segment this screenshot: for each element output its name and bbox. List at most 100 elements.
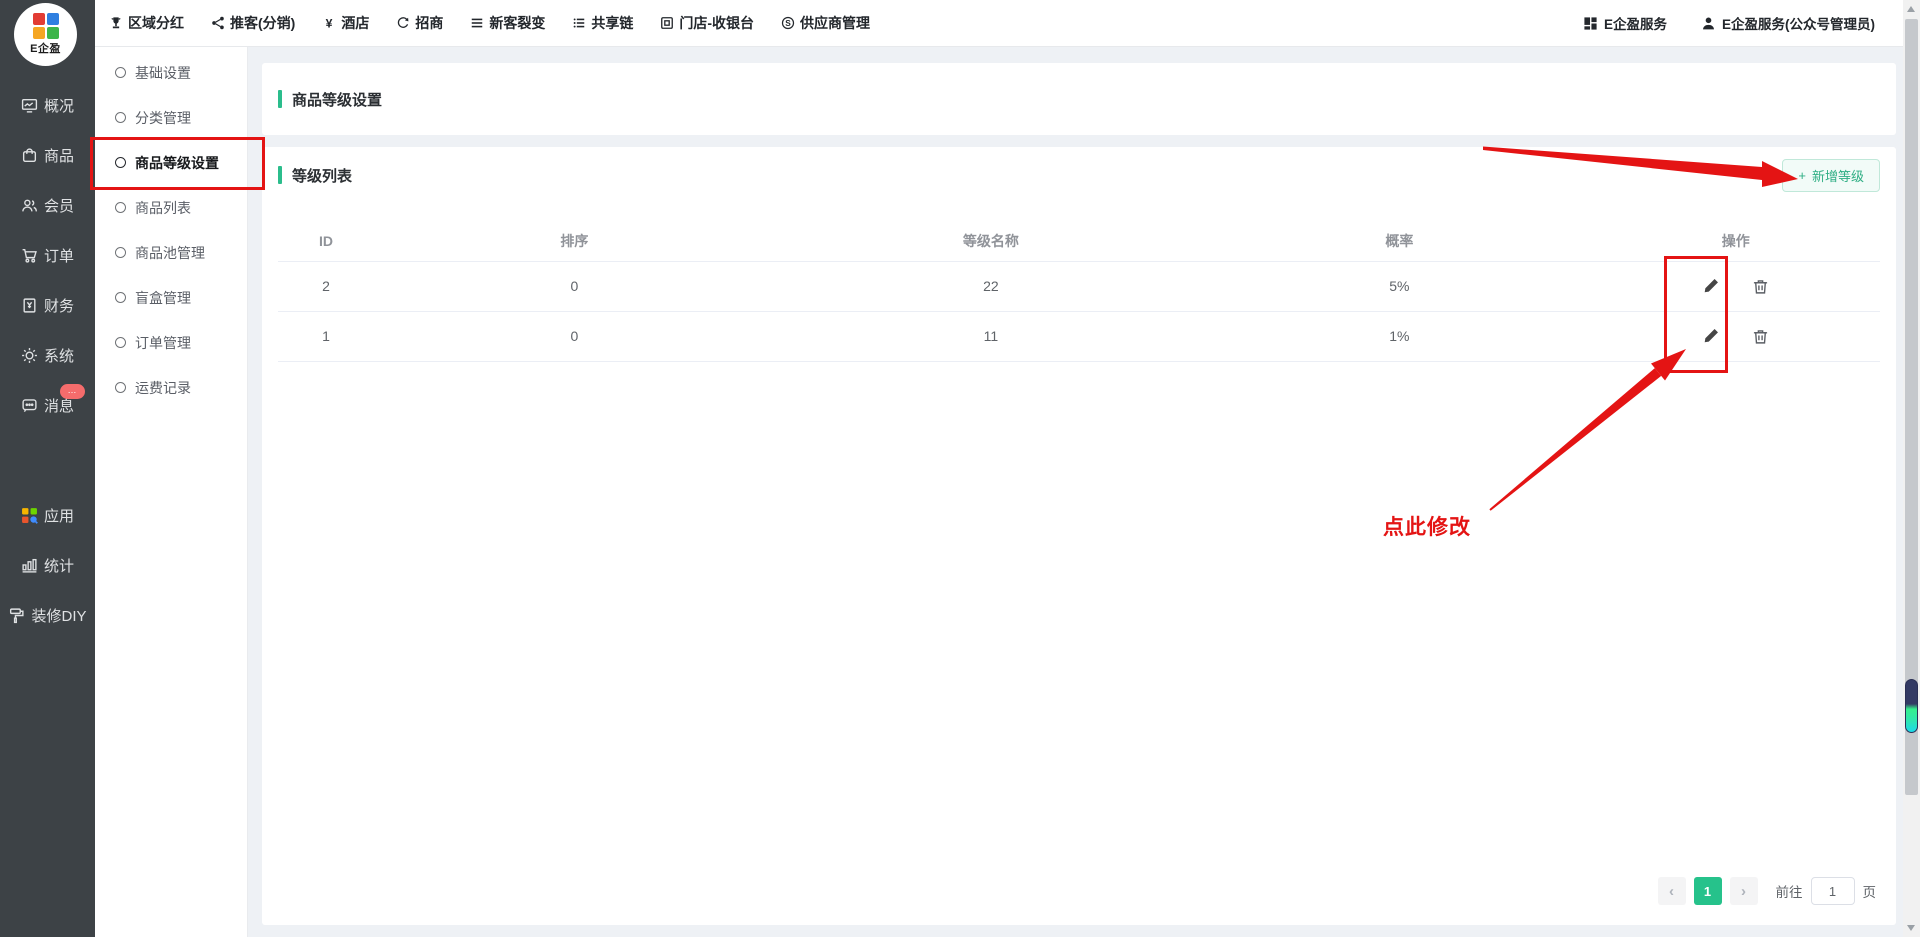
topnav-item-supplier[interactable]: S 供应商管理 — [781, 13, 870, 33]
radio-circle-icon — [115, 67, 126, 78]
message-icon — [21, 397, 38, 414]
prev-page-button[interactable]: ‹ — [1658, 877, 1686, 905]
sidebar-item-goods[interactable]: 商品 — [0, 130, 95, 180]
sidebar-item-finance[interactable]: 财务 — [0, 280, 95, 330]
sidebar-item-label: 应用 — [44, 505, 74, 526]
sidebar-item-orders[interactable]: 订单 — [0, 230, 95, 280]
svg-text:S: S — [785, 18, 791, 28]
topnav-label: 酒店 — [341, 13, 369, 33]
page-title: 商品等级设置 — [278, 89, 382, 110]
svg-text:¥: ¥ — [326, 16, 333, 30]
delete-button[interactable] — [1750, 326, 1771, 347]
topnav-item-store-cashier[interactable]: 门店-收银台 — [660, 13, 754, 33]
app-logo[interactable]: E企盈 — [14, 3, 77, 66]
overview-icon — [21, 97, 38, 114]
menu-lines-icon — [470, 16, 484, 30]
goto-page-group: 前往 页 — [1776, 877, 1877, 905]
submenu-sidebar: 基础设置 分类管理 商品等级设置 商品列表 商品池管理 盲盒管理 订单管理 运费… — [95, 47, 248, 937]
sidebar-item-label: 订单 — [44, 245, 74, 266]
members-icon — [21, 197, 38, 214]
radio-circle-icon — [115, 202, 126, 213]
radio-circle-icon — [115, 292, 126, 303]
supplier-icon: S — [781, 16, 795, 30]
sidebar-item-apps[interactable]: 应用 — [0, 490, 95, 540]
list-icon — [572, 16, 586, 30]
cell-name: 22 — [775, 261, 1208, 311]
cell-sort: 0 — [374, 261, 775, 311]
message-badge: … — [60, 384, 85, 399]
panel-title: 等级列表 — [278, 165, 352, 186]
submenu-item-basic-settings[interactable]: 基础设置 — [95, 50, 247, 95]
cell-prob: 1% — [1207, 311, 1591, 361]
trash-icon — [1752, 278, 1769, 295]
main-content: 商品等级设置 等级列表 + 新增等级 ID 排序 等级名称 概率 操作 — [248, 47, 1903, 937]
topnav-item-region-bonus[interactable]: 区域分红 — [109, 13, 184, 33]
col-header-prob: 概率 — [1207, 221, 1591, 261]
sidebar-item-system[interactable]: 系统 — [0, 330, 95, 380]
current-page-button[interactable]: 1 — [1694, 877, 1722, 905]
plus-icon: + — [1798, 168, 1806, 183]
submenu-label: 运费记录 — [135, 378, 191, 398]
radio-circle-icon — [115, 157, 126, 168]
cell-id: 2 — [278, 261, 374, 311]
sidebar-item-overview[interactable]: 概况 — [0, 80, 95, 130]
level-list-card: 等级列表 + 新增等级 ID 排序 等级名称 概率 操作 2 — [262, 147, 1896, 925]
trophy-icon — [109, 16, 123, 30]
scroll-up-arrow-icon[interactable] — [1907, 6, 1915, 12]
submenu-item-goods-level[interactable]: 商品等级设置 — [95, 140, 247, 185]
topnav-item-promoter[interactable]: 推客(分销) — [211, 13, 295, 33]
pencil-icon — [1702, 277, 1720, 295]
topnav-item-hotel[interactable]: ¥ 酒店 — [322, 13, 369, 33]
radio-circle-icon — [115, 247, 126, 258]
extension-widget[interactable] — [1905, 679, 1918, 733]
submenu-item-goods-list[interactable]: 商品列表 — [95, 185, 247, 230]
topnav-label: 招商 — [415, 13, 443, 33]
topnav-label: 区域分红 — [128, 13, 184, 33]
submenu-item-freight-record[interactable]: 运费记录 — [95, 365, 247, 410]
table-row: 1 0 11 1% — [278, 311, 1880, 361]
submenu-item-category[interactable]: 分类管理 — [95, 95, 247, 140]
topnav-item-fission[interactable]: 新客裂变 — [470, 13, 545, 33]
stats-icon — [21, 557, 38, 574]
topbar: 区域分红 推客(分销) ¥ 酒店 招商 新客裂变 共享链 门店-收银台 S 供应… — [95, 0, 1903, 47]
submenu-item-goods-pool[interactable]: 商品池管理 — [95, 230, 247, 275]
sidebar-item-stats[interactable]: 统计 — [0, 540, 95, 590]
radio-circle-icon — [115, 112, 126, 123]
submenu-label: 盲盒管理 — [135, 288, 191, 308]
account-menu-button[interactable]: E企盈服务(公众号管理员) — [1701, 13, 1875, 33]
sidebar-item-messages[interactable]: 消息 … — [0, 380, 95, 430]
cell-prob: 5% — [1207, 261, 1591, 311]
share-icon — [211, 16, 225, 30]
edit-button[interactable] — [1700, 275, 1722, 297]
sidebar-item-diy[interactable]: 装修DIY — [0, 590, 95, 640]
edit-button[interactable] — [1700, 325, 1722, 347]
page-scrollbar[interactable] — [1903, 0, 1920, 937]
topnav-label: 推客(分销) — [230, 13, 295, 33]
table-header-row: ID 排序 等级名称 概率 操作 — [278, 221, 1880, 261]
radio-circle-icon — [115, 382, 126, 393]
storefront-icon — [660, 16, 674, 30]
primary-sidebar: E企盈 概况 商品 会员 订单 财务 系统 消息 … — [0, 0, 95, 937]
title-accent-bar — [278, 90, 282, 108]
sidebar-item-label: 财务 — [44, 295, 74, 316]
service-menu-button[interactable]: E企盈服务 — [1583, 13, 1667, 33]
diy-icon — [8, 607, 25, 624]
page-title-text: 商品等级设置 — [292, 89, 382, 110]
submenu-item-order-mgmt[interactable]: 订单管理 — [95, 320, 247, 365]
topnav-item-investment[interactable]: 招商 — [396, 13, 443, 33]
submenu-item-blind-box[interactable]: 盲盒管理 — [95, 275, 247, 320]
recycle-icon — [396, 16, 410, 30]
col-header-sort: 排序 — [374, 221, 775, 261]
topnav-item-share-chain[interactable]: 共享链 — [572, 13, 633, 33]
goto-page-input[interactable] — [1811, 877, 1855, 905]
sidebar-item-label: 统计 — [44, 555, 74, 576]
scroll-down-arrow-icon[interactable] — [1907, 925, 1915, 931]
delete-button[interactable] — [1750, 276, 1771, 297]
topnav-label: 供应商管理 — [800, 13, 870, 33]
next-page-button[interactable]: › — [1730, 877, 1758, 905]
sidebar-item-members[interactable]: 会员 — [0, 180, 95, 230]
add-level-button[interactable]: + 新增等级 — [1782, 159, 1880, 192]
sidebar-item-label: 会员 — [44, 195, 74, 216]
sidebar-item-label: 概况 — [44, 95, 74, 116]
submenu-label: 基础设置 — [135, 63, 191, 83]
